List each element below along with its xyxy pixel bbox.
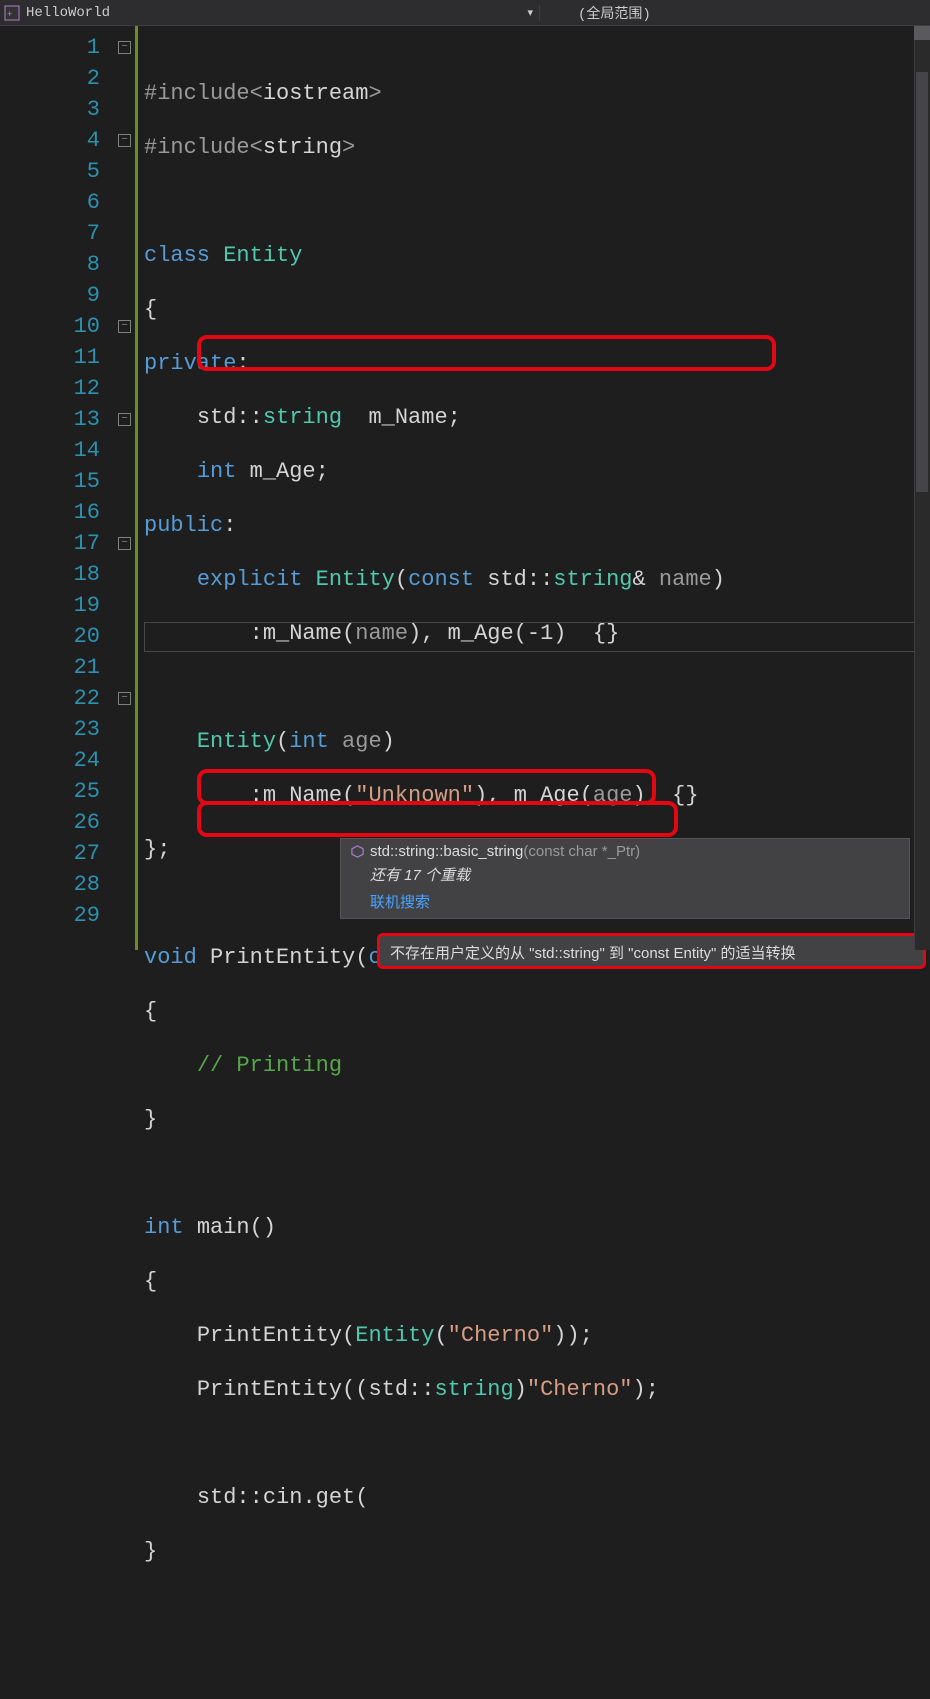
line-number: 13 <box>0 404 100 435</box>
line-number: 16 <box>0 497 100 528</box>
error-message: 不存在用户定义的从 "std::string" 到 "const Entity"… <box>390 945 796 962</box>
method-icon <box>351 845 364 858</box>
fold-minus-icon[interactable]: − <box>118 134 131 147</box>
tooltip-signature: std::string::basic_string <box>370 843 523 860</box>
code-line[interactable]: #include<string> <box>144 132 930 163</box>
line-number: 12 <box>0 373 100 404</box>
line-number: 27 <box>0 838 100 869</box>
fold-minus-icon[interactable]: − <box>118 413 131 426</box>
line-number: 24 <box>0 745 100 776</box>
line-number: 29 <box>0 900 100 931</box>
code-line[interactable]: } <box>144 1104 930 1135</box>
code-line[interactable]: class Entity <box>144 240 930 271</box>
line-number: 14 <box>0 435 100 466</box>
line-number: 7 <box>0 218 100 249</box>
code-line[interactable] <box>144 1428 930 1459</box>
line-number: 26 <box>0 807 100 838</box>
code-line[interactable]: PrintEntity((std::string)"Cherno"); <box>144 1374 930 1405</box>
line-number: 22 <box>0 683 100 714</box>
scope-dropdown[interactable]: (全局范围) <box>540 3 930 23</box>
code-line[interactable]: :m_Name(name), m_Age(-1) {} <box>144 618 930 649</box>
fold-minus-icon[interactable]: − <box>118 692 131 705</box>
fold-minus-icon[interactable]: − <box>118 537 131 550</box>
scrollbar-thumb[interactable] <box>916 72 928 492</box>
code-editor[interactable]: 1 2 3 4 5 6 7 8 9 10 11 12 13 14 15 16 1… <box>0 26 930 950</box>
search-online-link[interactable]: 联机搜索 <box>341 889 909 918</box>
line-number: 25 <box>0 776 100 807</box>
vertical-scrollbar[interactable] <box>914 26 930 950</box>
line-number: 28 <box>0 869 100 900</box>
code-line[interactable]: std::string m_Name; <box>144 402 930 433</box>
code-line[interactable]: :m_Name("Unknown"), m_Age(age) {} <box>144 780 930 811</box>
line-number: 18 <box>0 559 100 590</box>
code-line[interactable]: private: <box>144 348 930 379</box>
line-number: 2 <box>0 63 100 94</box>
line-number: 1 <box>0 32 100 63</box>
code-line[interactable] <box>144 1158 930 1189</box>
line-number: 6 <box>0 187 100 218</box>
line-number: 9 <box>0 280 100 311</box>
code-line[interactable]: { <box>144 996 930 1027</box>
file-dropdown[interactable]: + HelloWorld ▾ <box>0 5 540 21</box>
code-line[interactable]: explicit Entity(const std::string& name) <box>144 564 930 595</box>
fold-minus-icon[interactable]: − <box>118 41 131 54</box>
code-line[interactable]: int main() <box>144 1212 930 1243</box>
code-line[interactable]: public: <box>144 510 930 541</box>
split-handle[interactable] <box>914 26 930 40</box>
intellisense-tooltip: std::string::basic_string(const char *_P… <box>340 838 910 919</box>
svg-text:+: + <box>7 10 12 20</box>
scope-label: (全局范围) <box>578 3 651 23</box>
line-number-gutter: 1 2 3 4 5 6 7 8 9 10 11 12 13 14 15 16 1… <box>0 26 114 950</box>
navigation-bar: + HelloWorld ▾ (全局范围) <box>0 0 930 26</box>
line-number: 4 <box>0 125 100 156</box>
line-number: 8 <box>0 249 100 280</box>
line-number: 23 <box>0 714 100 745</box>
code-line[interactable]: { <box>144 294 930 325</box>
line-number: 3 <box>0 94 100 125</box>
line-number: 11 <box>0 342 100 373</box>
code-line[interactable] <box>144 186 930 217</box>
code-line[interactable] <box>144 672 930 703</box>
code-line[interactable]: { <box>144 1266 930 1297</box>
code-line[interactable]: // Printing <box>144 1050 930 1081</box>
file-cpp-icon: + <box>4 5 20 21</box>
code-line[interactable] <box>144 1590 930 1621</box>
code-area[interactable]: #include<iostream> #include<string> clas… <box>138 26 930 950</box>
line-number: 17 <box>0 528 100 559</box>
tooltip-signature-params: (const char *_Ptr) <box>523 843 640 860</box>
line-number: 10 <box>0 311 100 342</box>
line-number: 5 <box>0 156 100 187</box>
line-number: 19 <box>0 590 100 621</box>
fold-margin: − − − − − − <box>114 26 138 950</box>
line-number: 20 <box>0 621 100 652</box>
fold-minus-icon[interactable]: − <box>118 320 131 333</box>
line-number: 15 <box>0 466 100 497</box>
error-tooltip: 不存在用户定义的从 "std::string" 到 "const Entity"… <box>377 933 926 969</box>
code-line[interactable]: int m_Age; <box>144 456 930 487</box>
line-number: 21 <box>0 652 100 683</box>
tooltip-overloads: 还有 17 个重载 <box>341 862 909 889</box>
code-line[interactable]: } <box>144 1536 930 1567</box>
code-line[interactable]: #include<iostream> <box>144 78 930 109</box>
code-line[interactable]: std::cin.get( <box>144 1482 930 1513</box>
file-name: HelloWorld <box>26 5 110 21</box>
chevron-down-icon: ▾ <box>527 6 539 20</box>
code-line[interactable]: PrintEntity(Entity("Cherno")); <box>144 1320 930 1351</box>
code-line[interactable]: Entity(int age) <box>144 726 930 757</box>
